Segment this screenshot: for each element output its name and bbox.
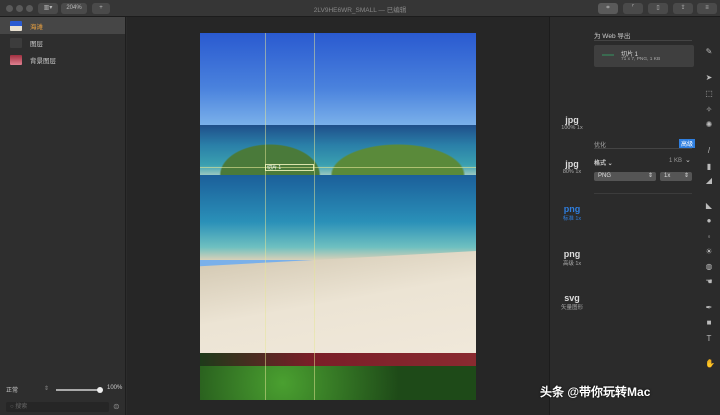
layer-name: 海滩: [30, 23, 43, 31]
eraser-icon[interactable]: ◢: [705, 177, 713, 185]
canvas-area[interactable]: 切片 1: [127, 17, 549, 415]
slice-info: 71 x 7, PNG, 1 KB: [621, 57, 661, 62]
sponge-icon[interactable]: ◍: [705, 263, 713, 271]
format-dropdown[interactable]: 格式 ⌄: [594, 158, 613, 167]
layer-item-background[interactable]: 背景图层: [0, 51, 125, 68]
export-panel: 为 Web 导出 切片 1 71 x 7, PNG, 1 KB jpg 100% …: [549, 17, 699, 415]
advanced-button[interactable]: 高级: [679, 139, 696, 148]
slice-label: 切片 1: [267, 165, 282, 171]
beach-photo: 切片 1: [200, 33, 476, 400]
file-size: 1 KB: [669, 158, 683, 164]
search-placeholder: 搜索: [15, 404, 28, 410]
slice-item[interactable]: 切片 1 71 x 7, PNG, 1 KB: [594, 45, 694, 67]
opacity-value: 100%: [107, 385, 123, 391]
opacity-slider[interactable]: [56, 386, 103, 393]
smudge-icon[interactable]: ☚: [705, 278, 713, 286]
shape-icon[interactable]: ■: [705, 319, 713, 327]
fill-icon[interactable]: ▮: [705, 163, 713, 171]
search-input[interactable]: ○ 搜索: [6, 402, 109, 412]
title-bar: ▥▾ 204% + 2LV9HE6WR_SMALL — 已编辑 ⌗ ⌜ ▯ ⇪ …: [0, 0, 720, 17]
style-tool-icon[interactable]: ✎: [705, 48, 713, 56]
blur-icon[interactable]: ◦: [705, 233, 713, 241]
lighten-icon[interactable]: ☀: [705, 248, 713, 256]
slice-thumbnail: [602, 54, 614, 56]
layers-sidebar: 海滩 图层 背景图层 正常 ⇕ 100% ○ 搜索 ⊜: [0, 17, 126, 415]
paint-brush-icon[interactable]: /: [705, 147, 713, 155]
preset-jpg-80[interactable]: jpg 80% 1x: [550, 159, 594, 175]
select-tool-icon[interactable]: ⬚: [705, 90, 713, 98]
format-select[interactable]: PNG ⇕: [594, 172, 656, 181]
share-button[interactable]: ⇪: [673, 3, 693, 14]
pen-icon[interactable]: ✒: [705, 304, 713, 312]
layer-name: 图层: [30, 40, 43, 48]
type-icon[interactable]: T: [705, 335, 713, 343]
tools-sidebar: ✎ ➤ ⬚ ✧ ✺ / ▮ ◢ ◣ ● ◦ ☀ ◍ ☚ ✒ ■ T ✋: [699, 17, 720, 415]
blend-mode-select[interactable]: 正常: [6, 385, 18, 394]
adjust-button[interactable]: ≡: [697, 3, 717, 14]
slice-tool-button[interactable]: ⌗: [598, 3, 618, 14]
watermark: 头条 @带你玩转Mac: [540, 385, 651, 399]
layer-item-beach[interactable]: 海滩: [0, 17, 125, 34]
chevron-down-icon[interactable]: ⌄: [685, 156, 691, 164]
layer-item-layer[interactable]: 图层: [0, 34, 125, 51]
layer-name: 背景图层: [30, 57, 56, 65]
preset-svg[interactable]: svg 矢量图形: [550, 293, 594, 311]
layer-thumbnail: [10, 54, 22, 65]
retouch-icon[interactable]: ◣: [705, 202, 713, 210]
clone-icon[interactable]: ●: [705, 217, 713, 225]
opacity-slider-knob[interactable]: [97, 386, 103, 393]
magic-wand-icon[interactable]: ✧: [705, 106, 713, 114]
export-title: 为 Web 导出: [594, 33, 631, 40]
color-adjust-icon[interactable]: ✺: [705, 121, 713, 129]
blend-stepper-icon: ⇕: [44, 386, 50, 392]
hand-icon[interactable]: ✋: [705, 360, 715, 368]
preset-png-advanced[interactable]: png 高级 1x: [550, 249, 594, 267]
scale-select[interactable]: 1x ⇕: [660, 172, 692, 181]
arrange-tool-icon[interactable]: ➤: [705, 74, 713, 82]
preset-png-standard[interactable]: png 标准 1x: [550, 204, 594, 222]
layer-thumbnail: [10, 20, 22, 31]
preset-jpg-100[interactable]: jpg 100% 1x: [550, 115, 594, 131]
filter-icon[interactable]: ⊜: [113, 402, 120, 411]
crop-button[interactable]: ⌜: [623, 3, 643, 14]
layer-thumbnail: [10, 37, 22, 48]
document-button[interactable]: ▯: [648, 3, 668, 14]
